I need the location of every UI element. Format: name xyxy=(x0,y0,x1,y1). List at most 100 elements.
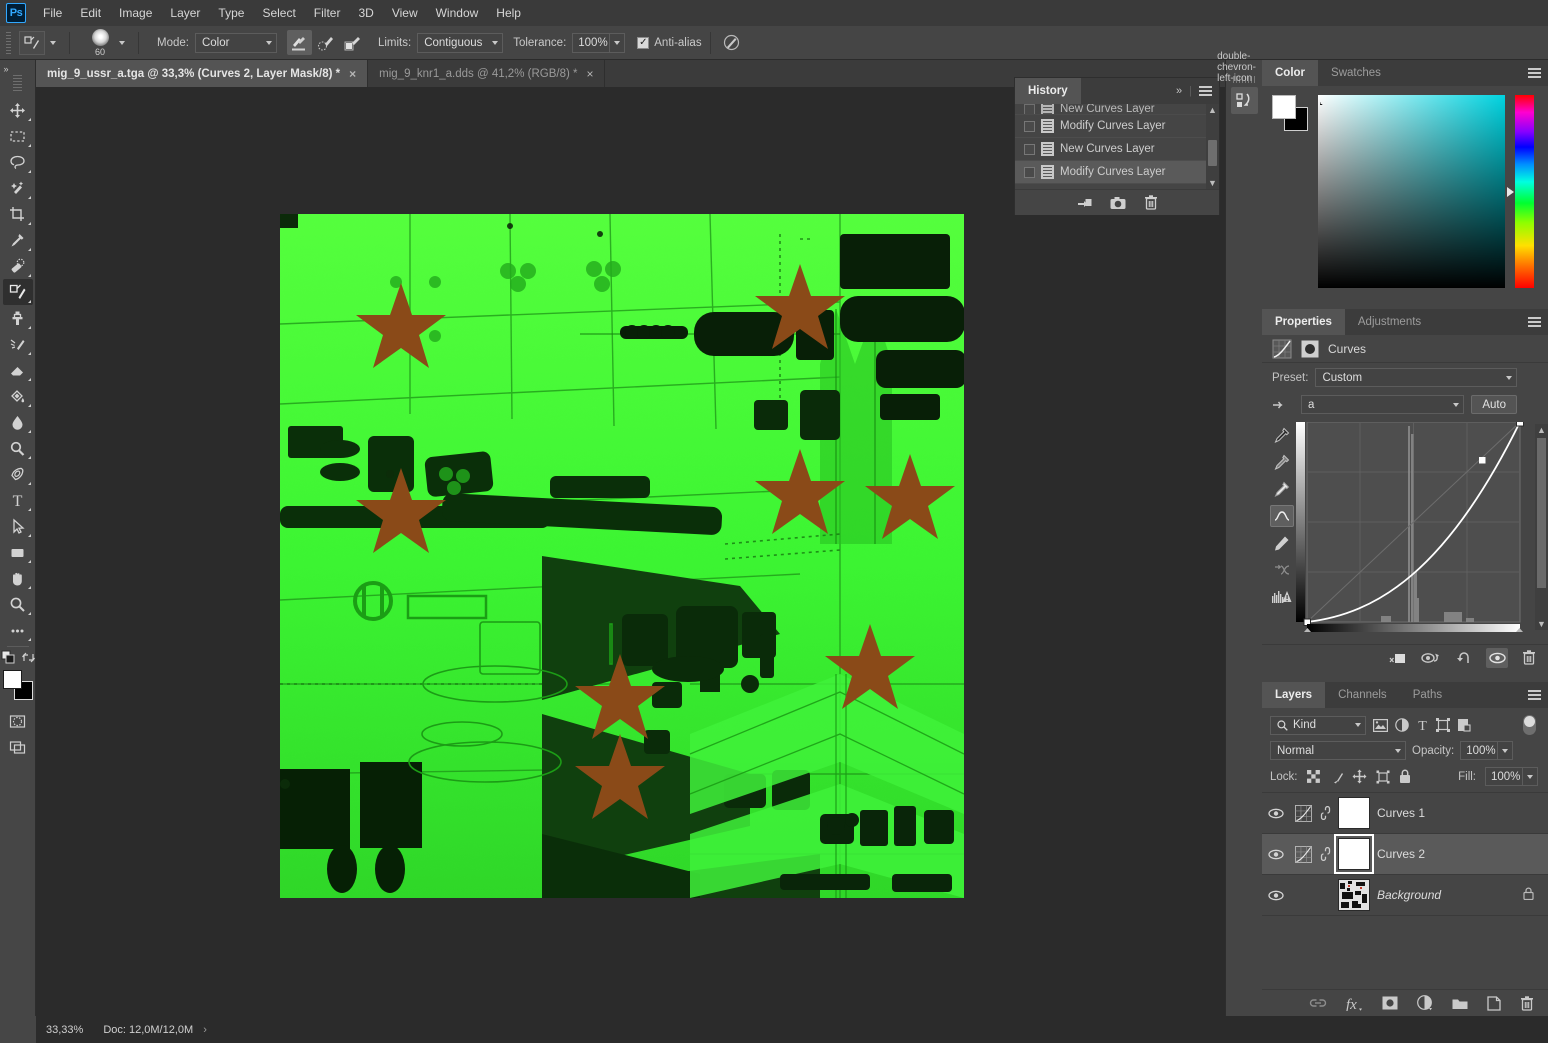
brush-preset-preview[interactable]: 60 xyxy=(86,27,114,59)
lock-transparent-pixels-icon[interactable] xyxy=(1306,770,1320,783)
menu-item-select[interactable]: Select xyxy=(253,2,304,24)
history-item[interactable]: Modify Curves Layer xyxy=(1015,115,1219,138)
foreground-color-swatch[interactable] xyxy=(1272,95,1296,119)
history-item[interactable]: New Curves Layer xyxy=(1015,104,1219,115)
mode-select[interactable]: Color xyxy=(194,32,277,53)
menu-item-3d[interactable]: 3D xyxy=(349,2,382,24)
curve-point-editor[interactable] xyxy=(1270,505,1294,527)
curve-graph[interactable]: ▲ ▼ xyxy=(1296,418,1548,637)
tab-adjustments[interactable]: Adjustments xyxy=(1344,309,1435,335)
delete-layer-icon[interactable] xyxy=(1520,995,1534,1011)
filter-type-icon[interactable]: T xyxy=(1416,718,1429,732)
tool-preset-dropdown-arrow[interactable] xyxy=(45,40,61,45)
color-field[interactable] xyxy=(1318,95,1505,288)
limits-select[interactable]: Contiguous xyxy=(417,32,504,53)
layer-mask-link-icon[interactable] xyxy=(1319,847,1331,861)
curve-graph-svg[interactable] xyxy=(1296,418,1532,634)
curve-smooth[interactable] xyxy=(1270,559,1294,581)
on-image-adjustment-icon[interactable] xyxy=(1272,397,1294,413)
lock-position-icon[interactable] xyxy=(1352,769,1367,784)
layer-filter-toggle[interactable] xyxy=(1523,715,1536,735)
channel-select[interactable]: a xyxy=(1301,395,1465,414)
tools-panel-collapse-button[interactable]: » xyxy=(0,63,36,75)
curve-gray-point-eyedropper[interactable] xyxy=(1270,451,1294,473)
scrollbar-thumb[interactable] xyxy=(1208,140,1217,166)
new-layer-icon[interactable] xyxy=(1487,995,1501,1011)
tab-history[interactable]: History xyxy=(1015,78,1081,104)
foreground-color-swatch[interactable] xyxy=(2,670,22,689)
fill-stepper[interactable]: 100% xyxy=(1485,767,1538,786)
menu-item-edit[interactable]: Edit xyxy=(71,2,110,24)
preset-select[interactable]: Custom xyxy=(1315,368,1517,387)
tolerance-stepper[interactable]: 100% xyxy=(572,32,626,53)
double-chevron-right-icon[interactable]: » xyxy=(1176,85,1182,97)
scroll-down-icon[interactable]: ▼ xyxy=(1535,618,1548,630)
new-snapshot-icon[interactable] xyxy=(1110,196,1126,210)
zoom-level[interactable]: 33,33% xyxy=(36,1024,93,1036)
document-canvas-image[interactable] xyxy=(280,214,964,898)
tool-hand[interactable] xyxy=(3,565,33,591)
layer-row-background[interactable]: Background xyxy=(1262,875,1548,916)
tool-eyedropper[interactable] xyxy=(3,227,33,253)
add-layer-mask-icon[interactable] xyxy=(1382,996,1398,1010)
menu-item-file[interactable]: File xyxy=(34,2,71,24)
lock-artboard-nesting-icon[interactable] xyxy=(1376,770,1390,784)
menu-item-layer[interactable]: Layer xyxy=(161,2,209,24)
history-item[interactable]: Modify Curves Layer xyxy=(1015,161,1219,184)
curves-layer-icon[interactable] xyxy=(1295,804,1312,822)
default-colors-icon[interactable] xyxy=(1,650,15,664)
document-tab-mig9-ussr[interactable]: mig_9_ussr_a.tga @ 33,3% (Curves 2, Laye… xyxy=(36,60,369,87)
color-swatch-pair[interactable] xyxy=(1270,95,1308,131)
layer-name[interactable]: Background xyxy=(1377,888,1441,902)
reset-icon[interactable] xyxy=(1455,650,1472,665)
scroll-up-icon[interactable]: ▲ xyxy=(1535,424,1548,436)
tool-zoom[interactable] xyxy=(3,591,33,617)
panel-menu-icon[interactable] xyxy=(1528,68,1541,78)
layer-mask-link-icon[interactable] xyxy=(1319,806,1331,820)
tool-spot-healing-brush[interactable] xyxy=(3,253,33,279)
tab-layers[interactable]: Layers xyxy=(1262,682,1326,708)
filter-adjustment-icon[interactable] xyxy=(1395,718,1409,732)
layer-mask-thumbnail[interactable] xyxy=(1338,797,1370,829)
history-source-checkbox[interactable] xyxy=(1024,120,1035,132)
tool-move[interactable] xyxy=(3,97,33,123)
tab-swatches[interactable]: Swatches xyxy=(1318,60,1394,86)
fill-dropdown-arrow[interactable] xyxy=(1523,767,1538,786)
tool-dodge[interactable] xyxy=(3,435,33,461)
menu-item-window[interactable]: Window xyxy=(427,2,488,24)
tool-lasso[interactable] xyxy=(3,149,33,175)
history-source-checkbox[interactable] xyxy=(1024,166,1035,178)
hue-strip[interactable] xyxy=(1507,95,1534,288)
history-item[interactable]: New Curves Layer xyxy=(1015,138,1219,161)
curve-pencil-editor[interactable] xyxy=(1270,532,1294,554)
tablet-pressure-button[interactable] xyxy=(719,30,744,55)
link-layers-icon[interactable] xyxy=(1309,997,1327,1009)
blend-mode-select[interactable]: Normal xyxy=(1270,741,1406,760)
document-tab-mig9-knr1[interactable]: mig_9_knr1_a.dds @ 41,2% (RGB/8) * × xyxy=(368,60,606,87)
delete-state-icon[interactable] xyxy=(1144,195,1158,210)
tool-clone-stamp[interactable] xyxy=(3,305,33,331)
panel-menu-icon[interactable] xyxy=(1528,690,1541,700)
new-document-from-state-icon[interactable] xyxy=(1077,195,1092,210)
tolerance-value[interactable]: 100% xyxy=(572,32,611,53)
close-icon[interactable]: × xyxy=(586,67,593,81)
layer-filter-kind-select[interactable]: Kind xyxy=(1270,715,1366,735)
rail-collapse-button[interactable]: double-chevron-left-icon xyxy=(1217,51,1262,84)
opacity-stepper[interactable]: 100% xyxy=(1460,741,1514,760)
filter-smart-object-icon[interactable] xyxy=(1457,718,1471,732)
layer-name[interactable]: Curves 2 xyxy=(1377,847,1425,861)
new-adjustment-layer-icon[interactable] xyxy=(1417,995,1433,1011)
layer-name[interactable]: Curves 1 xyxy=(1377,806,1425,820)
brush-preset-dropdown-arrow[interactable] xyxy=(114,40,130,45)
close-icon[interactable]: × xyxy=(349,67,356,81)
tool-pen[interactable] xyxy=(3,461,33,487)
tab-color[interactable]: Color xyxy=(1262,60,1319,86)
lock-image-pixels-icon[interactable] xyxy=(1329,770,1343,784)
properties-scrollbar[interactable]: ▲ ▼ xyxy=(1535,424,1548,630)
layer-thumbnail[interactable] xyxy=(1338,879,1370,911)
tool-paint-bucket[interactable] xyxy=(3,383,33,409)
tool-quick-selection[interactable] xyxy=(3,175,33,201)
auto-button[interactable]: Auto xyxy=(1471,395,1517,414)
sample-once-button[interactable] xyxy=(314,30,339,55)
new-group-icon[interactable] xyxy=(1452,997,1468,1010)
